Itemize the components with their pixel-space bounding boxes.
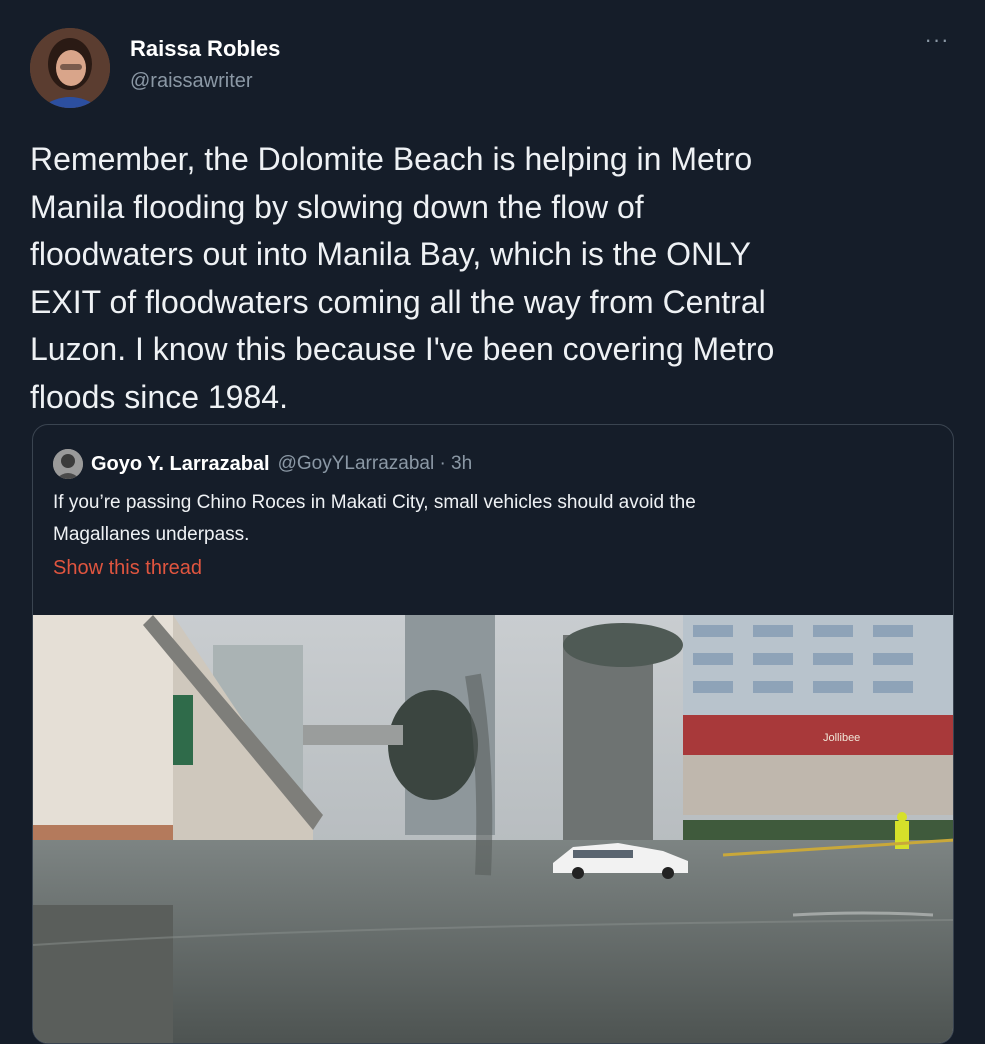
tweet-text-line: floods since 1984. [30,378,288,415]
tweet-text-line: Remember, the Dolomite Beach is helping … [30,141,753,177]
quoted-author-avatar[interactable] [53,449,83,479]
tweet-text: Remember, the Dolomite Beach is helping … [30,136,960,421]
tweet-text-line: floodwaters out into Manila Bay, which i… [30,236,751,272]
author-handle[interactable]: @raissawriter [130,70,253,93]
storefront-sign: Jollibee [823,732,860,744]
tweet: Raissa Robles @raissawriter ··· Remember… [0,0,985,1044]
author-name[interactable]: Raissa Robles [130,36,280,62]
quoted-author-name[interactable]: Goyo Y. Larrazabal [91,453,270,476]
quoted-author-handle-time[interactable]: @GoyYLarrazabal · 3h [278,453,473,475]
quoted-tweet-photo[interactable]: Jollibee [33,615,953,1043]
author-avatar[interactable] [30,28,110,108]
tweet-text-line: Luzon. I know this because I've been cov… [30,331,775,367]
quoted-tweet-text-line: Magallanes underpass. [53,524,250,545]
show-thread-link[interactable]: Show this thread [53,557,202,580]
quoted-tweet-header: Goyo Y. Larrazabal @GoyYLarrazabal · 3h [53,449,472,479]
more-options-icon[interactable]: ··· [922,29,952,51]
quoted-tweet-text-line: If you’re passing Chino Roces in Makati … [53,492,696,513]
quoted-tweet-text: If you’re passing Chino Roces in Makati … [53,487,933,551]
quoted-tweet-card[interactable]: Goyo Y. Larrazabal @GoyYLarrazabal · 3h … [32,424,954,1044]
tweet-text-line: Manila flooding by slowing down the flow… [30,188,644,225]
tweet-text-line: EXIT of floodwaters coming all the way f… [30,283,766,320]
